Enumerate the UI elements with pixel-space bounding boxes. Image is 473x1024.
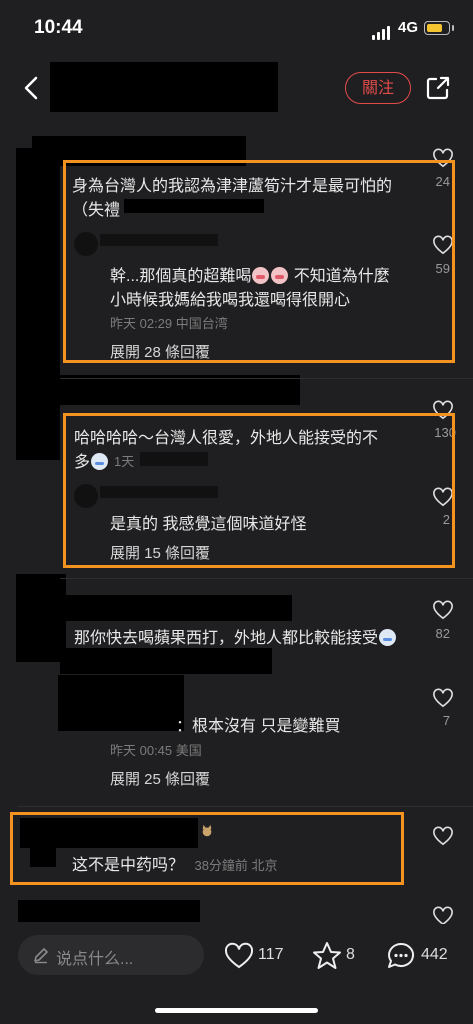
highlight-box bbox=[63, 160, 455, 363]
comment-bubble-icon[interactable] bbox=[386, 941, 416, 971]
reply-meta: 昨天 00:45 美国 bbox=[110, 743, 202, 758]
battery-icon bbox=[424, 21, 450, 35]
star-total: 8 bbox=[346, 946, 355, 963]
heart-icon[interactable] bbox=[224, 941, 254, 971]
heart-icon[interactable] bbox=[432, 906, 454, 926]
follow-button[interactable]: 關注 bbox=[345, 72, 411, 104]
laughing-crying-emoji-icon bbox=[379, 629, 397, 646]
redacted-block bbox=[60, 375, 300, 405]
heart-icon[interactable] bbox=[432, 826, 454, 846]
battery-tip bbox=[452, 25, 454, 31]
signal-icon bbox=[372, 22, 392, 40]
comment-total: 442 bbox=[421, 946, 448, 963]
highlight-box bbox=[63, 413, 455, 568]
heart-icon[interactable] bbox=[432, 688, 454, 708]
like-count: 7 bbox=[442, 713, 450, 728]
chevron-left-icon[interactable] bbox=[18, 74, 46, 102]
heart-icon[interactable] bbox=[432, 600, 454, 620]
comment-input-placeholder[interactable]: 说点什么... bbox=[56, 945, 133, 969]
redacted-block bbox=[60, 648, 272, 674]
redacted-block bbox=[64, 595, 292, 621]
network-type: 4G bbox=[398, 19, 419, 36]
redacted-username bbox=[50, 62, 278, 112]
divider bbox=[60, 378, 473, 379]
divider bbox=[60, 578, 473, 579]
redacted-block bbox=[58, 675, 184, 731]
status-bar: 10:44 4G bbox=[0, 0, 473, 56]
highlight-box bbox=[10, 812, 404, 885]
divider bbox=[18, 806, 473, 807]
redacted-block bbox=[18, 900, 200, 922]
like-count: 82 bbox=[435, 626, 450, 641]
comment-text: 那你快去喝蘋果西打，外地人都比較能接受 bbox=[74, 624, 397, 648]
share-icon[interactable] bbox=[424, 74, 452, 102]
redacted-block bbox=[16, 574, 66, 662]
status-time: 10:44 bbox=[34, 17, 83, 38]
pencil-icon bbox=[34, 948, 48, 964]
redacted-avatar-column bbox=[16, 148, 60, 460]
reply-text: ：根本沒有 只是變難買 bbox=[176, 718, 341, 735]
home-indicator bbox=[155, 1008, 318, 1013]
like-total: 117 bbox=[258, 946, 284, 963]
expand-replies-link[interactable]: 展開 25 條回覆 bbox=[110, 768, 210, 789]
star-icon[interactable] bbox=[312, 941, 342, 971]
